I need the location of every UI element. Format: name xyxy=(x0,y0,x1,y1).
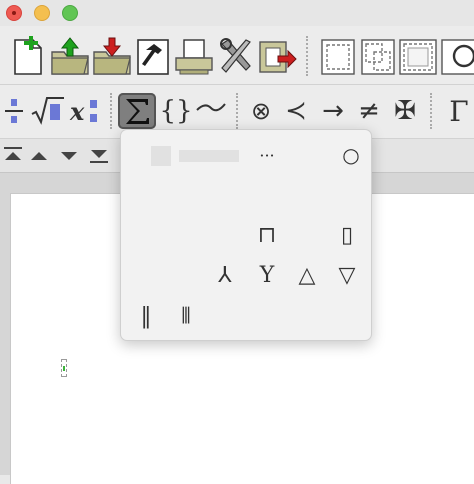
open-icon[interactable] xyxy=(50,34,90,78)
symbol-double-bar[interactable]: ‖ xyxy=(131,301,161,331)
export-icon[interactable] xyxy=(258,34,298,78)
script-icon[interactable]: x xyxy=(68,93,104,129)
symbol-square-cap[interactable]: ⊓ xyxy=(252,220,282,250)
symbol-triple-bar[interactable]: ⦀ xyxy=(171,301,201,331)
title-bar xyxy=(0,0,474,26)
align-bottom-icon[interactable] xyxy=(88,145,110,167)
fraction-icon[interactable] xyxy=(2,93,26,129)
move-down-icon[interactable] xyxy=(58,145,80,167)
brackets-button[interactable]: {} xyxy=(159,93,192,129)
zoom-icon[interactable] xyxy=(440,34,474,78)
wide-accent-button[interactable] xyxy=(194,93,228,129)
symbol-triangle-up[interactable]: △ xyxy=(292,260,322,290)
precedes-button[interactable]: ≺ xyxy=(282,93,310,129)
minimize-window-button[interactable] xyxy=(34,5,50,21)
text-cursor-placeholder[interactable] xyxy=(61,359,67,377)
symbol-triangle-down[interactable]: ▽ xyxy=(332,260,362,290)
tools-icon[interactable] xyxy=(216,34,256,78)
save-icon[interactable] xyxy=(92,34,132,78)
main-toolbar xyxy=(0,26,474,84)
math-toolbar-separator xyxy=(430,93,432,129)
move-up-icon[interactable] xyxy=(28,145,50,167)
page-view-icon[interactable] xyxy=(318,34,358,78)
gamma-button[interactable]: Γ xyxy=(444,93,474,129)
page-view-2-icon[interactable] xyxy=(358,34,398,78)
circled-times-button[interactable]: ⊗ xyxy=(246,93,276,129)
right-arrow-button[interactable]: → xyxy=(314,93,352,129)
maximize-window-button[interactable] xyxy=(62,5,78,21)
math-toolbar-separator xyxy=(110,93,112,129)
not-equal-button[interactable]: ≠ xyxy=(354,93,384,129)
symbol-lambda-like[interactable]: ⅄ xyxy=(210,260,240,290)
big-operator-popup: ··· ○ ⊓ ▯ ⅄ Y △ ▽ ‖ ⦀ xyxy=(120,129,372,341)
close-window-button[interactable] xyxy=(6,5,22,21)
symbol-ellipsis[interactable]: ··· xyxy=(252,140,282,170)
root-icon[interactable] xyxy=(30,93,66,129)
maltese-cross-button[interactable]: ✠ xyxy=(388,93,422,129)
symbol-circle[interactable]: ○ xyxy=(336,140,366,170)
symbol-curly-wedge[interactable]: Y xyxy=(252,260,282,290)
new-document-icon[interactable] xyxy=(8,34,48,78)
align-top-icon[interactable] xyxy=(2,145,24,167)
popup-ghost-preview xyxy=(143,142,243,170)
page-view-3-icon[interactable] xyxy=(398,34,438,78)
toolbar-separator xyxy=(306,36,308,76)
svg-text:x: x xyxy=(69,97,85,126)
symbol-square[interactable]: ▯ xyxy=(332,220,362,250)
hammer-icon[interactable] xyxy=(134,34,174,78)
big-operator-button[interactable] xyxy=(118,93,156,129)
math-toolbar-separator xyxy=(236,93,238,129)
print-icon[interactable] xyxy=(174,34,214,78)
